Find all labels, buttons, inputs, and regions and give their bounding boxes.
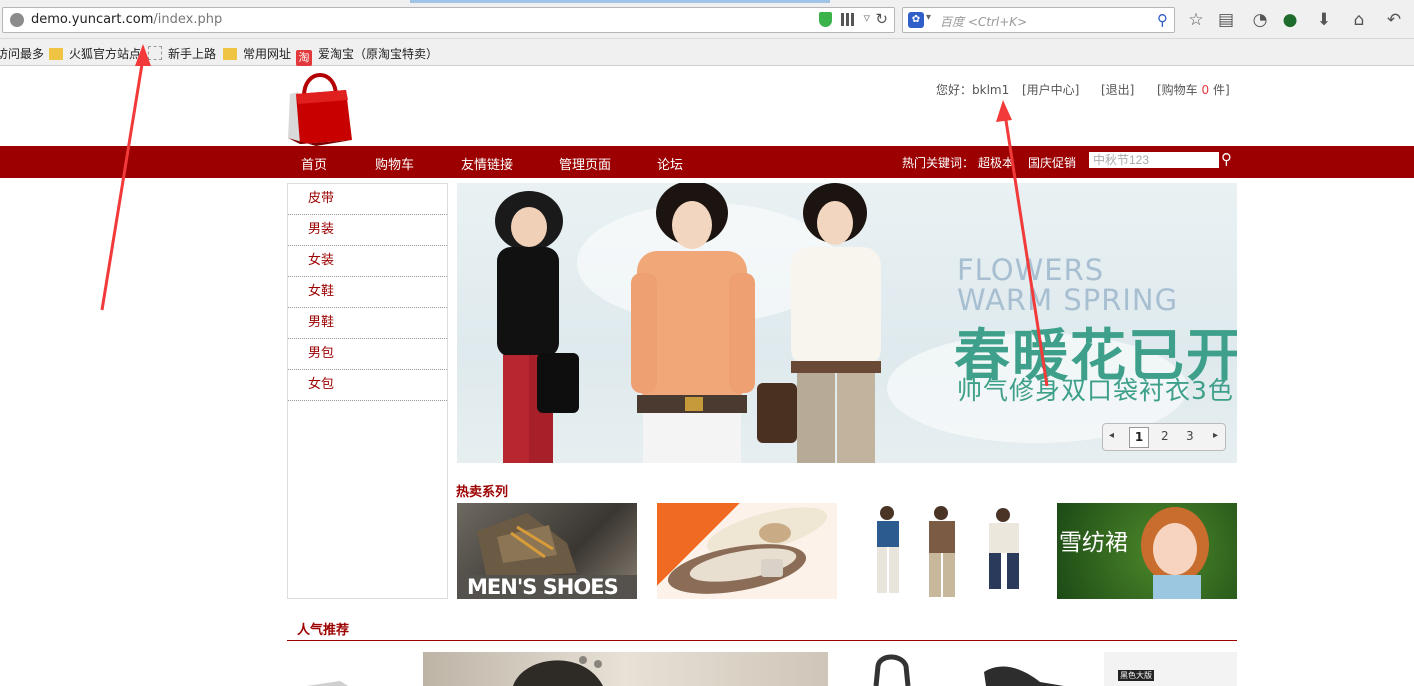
recommend-item-handbag[interactable] — [868, 652, 928, 686]
globe-icon — [10, 13, 24, 27]
reading-list-icon[interactable]: ▤ — [1216, 10, 1236, 30]
nav-forum[interactable]: 论坛 — [657, 154, 683, 173]
banner-en-line1: FLOWERS — [957, 253, 1105, 287]
annotation-arrow-url — [100, 57, 145, 311]
thumb-flat-shoes[interactable] — [657, 503, 837, 599]
thumb-mens-shoes-text: MEN'S SHOES — [467, 575, 619, 599]
thumb-chiffon-dress[interactable]: 雪纺裙 — [1057, 503, 1237, 599]
next-icon[interactable]: ▸ — [1213, 430, 1218, 441]
logout-link[interactable]: [退出] — [1101, 81, 1134, 98]
hot-keywords-label: 热门关键词： — [902, 156, 975, 170]
palette-icon[interactable]: ◔ — [1250, 10, 1270, 30]
nav-cart[interactable]: 购物车 — [375, 154, 414, 173]
site-search-icon[interactable]: ⚲ — [1221, 150, 1232, 168]
search-placeholder[interactable]: 百度 <Ctrl+K> — [940, 13, 1027, 30]
dropdown-icon[interactable]: ▿ — [863, 11, 870, 26]
site-search-input[interactable] — [1089, 152, 1219, 168]
category-women-bags[interactable]: 女包 — [288, 370, 447, 401]
recommend-item-bag[interactable] — [423, 652, 828, 686]
back-icon[interactable]: ↶ — [1384, 10, 1404, 30]
recommend-tag-text: 黑色大版 — [1118, 670, 1154, 681]
recommend-item-partial[interactable] — [300, 676, 350, 686]
folder-icon — [223, 48, 237, 60]
pager-page-1[interactable]: 1 — [1129, 427, 1149, 448]
thumb-mens-shoes[interactable]: MEN'S SHOES — [457, 503, 637, 599]
taobao-icon: 淘 — [296, 50, 312, 66]
nav-admin[interactable]: 管理页面 — [559, 154, 611, 173]
engine-dropdown-icon[interactable]: ▾ — [926, 12, 931, 23]
hot-keyword-ultrabook[interactable]: 超极本 — [978, 154, 1014, 171]
thumb-chiffon-text: 雪纺裙 — [1059, 530, 1128, 556]
thumb-menswear[interactable] — [857, 503, 1037, 599]
address-bar[interactable]: demo.yuncart.com/index.php ▿ ↻ — [2, 7, 895, 33]
category-men-bags[interactable]: 男包 — [288, 339, 447, 370]
url-text[interactable]: demo.yuncart.com/index.php — [31, 12, 222, 27]
category-women-shoes[interactable]: 女鞋 — [288, 277, 447, 308]
recommend-title: 人气推荐 — [297, 623, 350, 638]
qr-code-icon[interactable] — [841, 13, 854, 26]
nav-home[interactable]: 首页 — [301, 154, 327, 173]
banner-pager: ◂ 1 2 3 ▸ — [1102, 423, 1226, 451]
bookmark-getting-started[interactable]: 新手上路 — [148, 45, 216, 62]
browser-toolbar: demo.yuncart.com/index.php ▿ ↻ ✿ ▾ 百度 <C… — [0, 0, 1414, 39]
prev-icon[interactable]: ◂ — [1109, 430, 1114, 441]
reload-icon[interactable]: ↻ — [875, 10, 888, 28]
search-icon[interactable]: ⚲ — [1157, 11, 1168, 29]
recommend-divider — [287, 640, 1237, 641]
security-shield-icon[interactable] — [819, 12, 832, 27]
star-icon[interactable]: ☆ — [1186, 10, 1206, 30]
category-belt[interactable]: 皮带 — [288, 184, 447, 215]
hot-series-title: 热卖系列 — [456, 485, 509, 500]
pager-page-3[interactable]: 3 — [1186, 429, 1194, 443]
banner-cn-subtitle: 帅气修身双口袋衬衣3色 — [957, 376, 1234, 405]
pager-page-2[interactable]: 2 — [1161, 429, 1169, 443]
folder-icon — [49, 48, 63, 60]
category-men-shoes[interactable]: 男鞋 — [288, 308, 447, 339]
category-womenswear[interactable]: 女装 — [288, 246, 447, 277]
shield-addon-icon[interactable]: ● — [1280, 10, 1300, 30]
search-bar[interactable]: ✿ ▾ 百度 <Ctrl+K> ⚲ — [902, 7, 1175, 33]
bookmarks-bar: 访问最多 火狐官方站点 新手上路 常用网址 淘爱淘宝（原淘宝特卖） — [0, 39, 1414, 66]
download-icon[interactable]: ⬇ — [1314, 10, 1334, 30]
baidu-icon[interactable]: ✿ — [908, 12, 924, 28]
model-white-shirt — [757, 183, 881, 463]
recommend-item-tag[interactable]: 黑色大版 — [1104, 652, 1237, 686]
bookmark-ai-taobao[interactable]: 淘爱淘宝（原淘宝特卖） — [296, 45, 438, 66]
cart-count: 0 — [1201, 83, 1210, 97]
hot-keyword-promo[interactable]: 国庆促销 — [1028, 154, 1076, 171]
bookmark-common-sites[interactable]: 常用网址 — [223, 45, 291, 62]
cart-link[interactable]: [购物车 0 件] — [1157, 81, 1230, 98]
page-icon — [148, 46, 162, 60]
shopping-bag-logo[interactable] — [286, 66, 354, 146]
model-black-shirt — [495, 191, 579, 463]
user-center-link[interactable]: [用户中心] — [1022, 81, 1079, 98]
home-icon[interactable]: ⌂ — [1349, 10, 1369, 30]
promo-banner[interactable]: FLOWERS WARM SPRING 春暖花已开 帅气修身双口袋衬衣3色 ◂ … — [457, 183, 1237, 463]
tab-accent — [410, 0, 830, 3]
category-menswear[interactable]: 男装 — [288, 215, 447, 246]
bookmark-most-visited[interactable]: 访问最多 — [0, 45, 44, 62]
recommend-item-shoe[interactable] — [980, 652, 1070, 686]
greeting: 您好：bklm1 — [936, 83, 1010, 97]
category-sidebar: 皮带 男装 女装 女鞋 男鞋 男包 女包 — [287, 183, 448, 599]
nav-friend-links[interactable]: 友情链接 — [461, 154, 513, 173]
bookmark-firefox-official[interactable]: 火狐官方站点 — [49, 45, 141, 62]
